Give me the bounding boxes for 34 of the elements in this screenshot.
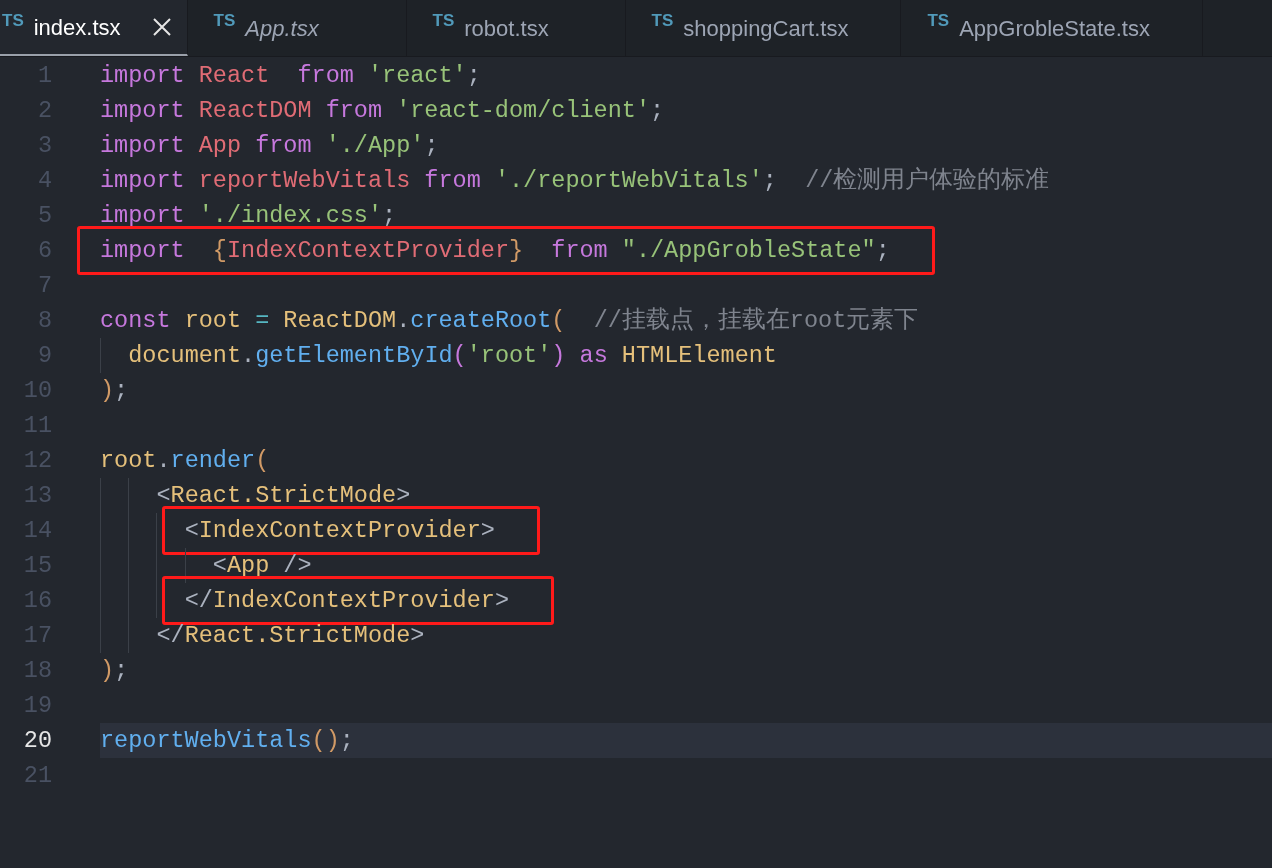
editor-tab[interactable]: TS AppGrobleState.tsx	[901, 0, 1203, 56]
close-icon[interactable]	[152, 18, 171, 36]
line-number: 20	[22, 725, 52, 756]
code-line: </React.StrictMode>	[156, 620, 425, 651]
code-line: <React.StrictMode>	[156, 480, 411, 511]
code-line: </IndexContextProvider>	[184, 582, 509, 619]
editor-tab[interactable]: TS index.tsx	[0, 0, 188, 56]
typescript-file-icon: TS	[432, 12, 455, 29]
code-line: document.getElementById('root') as HTMLElement	[128, 340, 777, 371]
typescript-file-icon: TS	[927, 12, 950, 29]
typescript-file-icon: TS	[2, 12, 24, 29]
typescript-file-icon: TS	[651, 12, 674, 29]
code-line: <IndexContextProvider>	[184, 512, 495, 549]
typescript-file-icon: TS	[213, 12, 236, 29]
code-line: );	[100, 375, 129, 406]
code-line: import React from 'react';	[100, 60, 481, 91]
tab-label: shoppingCart.tsx	[683, 14, 849, 43]
editor-tab[interactable]: TS shoppingCart.tsx	[625, 0, 902, 56]
editor-tab[interactable]: TS robot.tsx	[406, 0, 626, 56]
code-line: reportWebVitals();	[100, 725, 354, 756]
code-line: );	[100, 655, 129, 686]
code-line: root.render(	[100, 445, 270, 476]
code-line: import reportWebVitals from './reportWebVitals'; //检测用户体验的标准	[100, 165, 1050, 196]
code-line: const root = ReactDOM.createRoot( //挂载点，挂载在root元素下	[100, 305, 919, 336]
code-line: <App />	[212, 550, 312, 581]
editor-tab[interactable]: TS App.tsx	[187, 0, 407, 56]
code-line: import './index.css';	[100, 200, 397, 231]
tab-label: AppGrobleState.tsx	[959, 14, 1150, 43]
tab-label: App.tsx	[245, 14, 319, 43]
code-line: import {IndexContextProvider} from "./AppGrobleState";	[100, 232, 890, 269]
code-line: import App from './App';	[100, 130, 439, 161]
tab-label: index.tsx	[33, 13, 121, 42]
tab-label: robot.tsx	[464, 14, 549, 43]
code-line: import ReactDOM from 'react-dom/client';	[100, 95, 665, 126]
